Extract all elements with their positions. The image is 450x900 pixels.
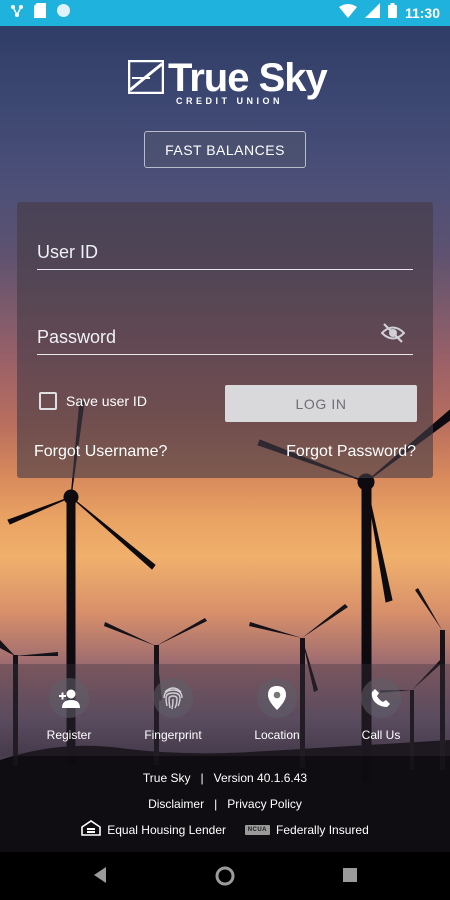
quick-actions-bar: Register Fingerprint Location Call Us xyxy=(0,664,450,756)
status-bar: 11:30 xyxy=(0,0,450,26)
footer-app-name: True Sky xyxy=(142,771,191,785)
cell-signal-icon xyxy=(364,3,380,23)
wifi-icon xyxy=(338,3,357,23)
forgot-password-link[interactable]: Forgot Password? xyxy=(286,443,416,461)
circle-notification-icon xyxy=(56,3,71,23)
login-button[interactable]: LOG IN xyxy=(225,385,417,422)
fast-balances-button[interactable]: FAST BALANCES xyxy=(144,131,306,168)
recents-icon[interactable] xyxy=(342,867,358,888)
sd-card-icon xyxy=(34,3,46,23)
call-us-action[interactable]: Call Us xyxy=(336,678,426,742)
footer-version: Version 40.1.6.43 xyxy=(213,771,308,785)
location-label: Location xyxy=(254,728,300,742)
visibility-off-icon[interactable] xyxy=(380,323,406,348)
brand-name: True Sky xyxy=(168,56,328,100)
save-user-id-label: Save user ID xyxy=(66,393,147,409)
federally-insured-label: Federally Insured xyxy=(276,822,369,837)
user-id-field[interactable]: User ID xyxy=(37,234,413,270)
location-action[interactable]: Location xyxy=(232,678,322,742)
disclaimer-link[interactable]: Disclaimer xyxy=(148,797,204,811)
true-sky-logo-icon xyxy=(127,59,165,99)
phone-icon xyxy=(361,678,401,718)
battery-icon xyxy=(387,3,397,23)
back-icon[interactable] xyxy=(92,866,108,889)
location-pin-icon xyxy=(257,678,297,718)
equal-housing-icon xyxy=(81,820,102,839)
footer-separator-2: | xyxy=(214,797,218,811)
legal-links: Disclaimer | Privacy Policy xyxy=(0,797,450,811)
brand-tagline: CREDIT UNION xyxy=(176,96,283,106)
call-us-label: Call Us xyxy=(361,728,401,742)
fingerprint-label: Fingerprint xyxy=(144,728,202,742)
privacy-policy-link[interactable]: Privacy Policy xyxy=(227,797,302,811)
version-line: True Sky | Version 40.1.6.43 xyxy=(0,771,450,785)
person-add-icon xyxy=(49,678,89,718)
fingerprint-action[interactable]: Fingerprint xyxy=(128,678,218,742)
register-action[interactable]: Register xyxy=(24,678,114,742)
network-share-icon xyxy=(10,4,24,23)
home-icon[interactable] xyxy=(214,865,236,892)
status-time: 11:30 xyxy=(404,5,440,21)
register-label: Register xyxy=(46,728,92,742)
user-id-placeholder: User ID xyxy=(37,242,99,262)
footer-separator: | xyxy=(200,771,204,785)
equal-housing-label: Equal Housing Lender xyxy=(107,822,227,837)
brand-logo: True Sky CREDIT UNION xyxy=(127,56,328,112)
ncua-badge: NCUA xyxy=(244,824,271,835)
password-placeholder: Password xyxy=(37,327,117,347)
forgot-username-link[interactable]: Forgot Username? xyxy=(34,443,167,461)
insurance-line: Equal Housing Lender NCUA Federally Insu… xyxy=(0,820,450,839)
fingerprint-icon xyxy=(153,678,193,718)
save-user-id-row[interactable]: Save user ID xyxy=(39,392,147,410)
save-user-id-checkbox[interactable] xyxy=(39,392,57,410)
password-field[interactable]: Password xyxy=(37,319,413,355)
login-card: User ID Password Save user ID LOG IN For… xyxy=(17,202,433,478)
android-nav-bar xyxy=(0,852,450,900)
